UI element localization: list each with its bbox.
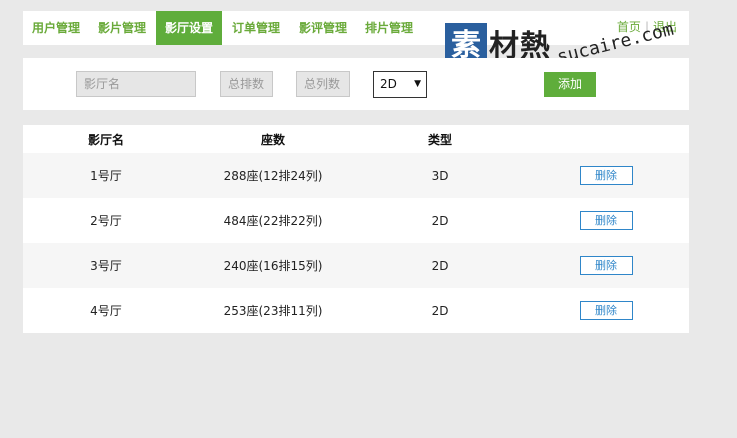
cell-hall-name: 2号厅 xyxy=(90,214,122,228)
cell-type: 2D xyxy=(431,258,449,273)
cell-hall-name: 3号厅 xyxy=(90,259,122,273)
nav-item-halls[interactable]: 影厅设置 xyxy=(156,11,222,45)
table-row: 4号厅 253座(23排11列) 2D 删除 xyxy=(23,288,689,333)
delete-button[interactable]: 删除 xyxy=(579,166,633,185)
halls-table: 影厅名 座数 类型 1号厅 288座(12排24列) 3D 删除 2号厅 484… xyxy=(23,125,689,333)
nav-item-users[interactable]: 用户管理 xyxy=(32,11,80,45)
cell-action: 删除 xyxy=(523,288,689,333)
header-hall-name: 影厅名 xyxy=(87,132,124,147)
header-seats: 座数 xyxy=(260,132,285,147)
cell-seats: 484座(22排22列) xyxy=(223,214,323,228)
dropdown-arrow-icon: ▼ xyxy=(414,79,421,89)
add-button[interactable]: 添加 xyxy=(544,72,596,97)
nav-item-orders[interactable]: 订单管理 xyxy=(232,11,280,45)
cell-type: 2D xyxy=(431,303,449,318)
nav-item-schedule[interactable]: 排片管理 xyxy=(365,11,413,45)
table-row: 1号厅 288座(12排24列) 3D 删除 xyxy=(23,153,689,198)
cell-seats: 253座(23排11列) xyxy=(223,304,323,318)
cell-type: 2D xyxy=(431,213,449,228)
cell-action: 删除 xyxy=(523,243,689,288)
total-cols-input[interactable]: 总列数 xyxy=(296,71,350,97)
header-type: 类型 xyxy=(427,132,452,147)
delete-button[interactable]: 删除 xyxy=(579,301,633,320)
cell-type: 3D xyxy=(431,168,449,183)
cell-hall-name: 4号厅 xyxy=(90,304,122,318)
header-action xyxy=(523,125,689,153)
hall-name-input[interactable]: 影厅名 xyxy=(76,71,196,97)
hall-type-value: 2D xyxy=(380,77,397,91)
cell-action: 删除 xyxy=(523,198,689,243)
nav-item-movies[interactable]: 影片管理 xyxy=(98,11,146,45)
delete-button[interactable]: 删除 xyxy=(579,256,633,275)
table-row: 3号厅 240座(16排15列) 2D 删除 xyxy=(23,243,689,288)
table-header: 影厅名 座数 类型 xyxy=(23,125,689,153)
hall-type-select[interactable]: 2D ▼ xyxy=(373,71,427,98)
cell-seats: 240座(16排15列) xyxy=(223,259,323,273)
cell-seats: 288座(12排24列) xyxy=(223,169,323,183)
nav-item-reviews[interactable]: 影评管理 xyxy=(299,11,347,45)
total-rows-input[interactable]: 总排数 xyxy=(220,71,273,97)
cell-action: 删除 xyxy=(523,153,689,198)
add-hall-form: 影厅名 总排数 总列数 2D ▼ 添加 xyxy=(23,58,689,110)
cell-hall-name: 1号厅 xyxy=(90,169,122,183)
table-row: 2号厅 484座(22排22列) 2D 删除 xyxy=(23,198,689,243)
delete-button[interactable]: 删除 xyxy=(579,211,633,230)
